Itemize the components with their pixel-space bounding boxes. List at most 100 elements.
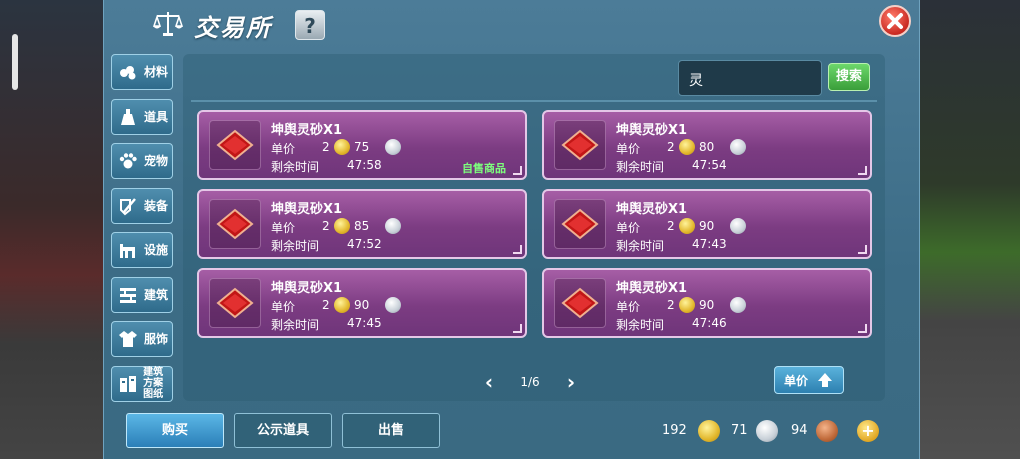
nav-item-clothing[interactable]: 服饰 [111,321,173,357]
remaining-time: 47:54 [692,158,727,172]
sort-price-button[interactable]: 单价 [774,366,844,394]
item-card[interactable]: 坤舆灵砂X1 单价 剩余时间 2 75 47:58 自售商品 [197,110,527,180]
item-card[interactable]: 坤舆灵砂X1 单价 剩余时间 2 90 47:46 [542,268,872,338]
listing-area: 灵 搜索 坤舆灵砂X1 单价 剩余时间 2 75 47:58 自售商品 坤舆灵砂… [183,54,885,401]
time-label: 剩余时间 [271,160,320,174]
nav-item-blueprint[interactable]: 建筑方案图纸 [111,365,173,402]
red-box-icon [561,287,599,319]
gold-coin-icon [679,297,695,313]
search-input[interactable]: 灵 [678,60,822,96]
time-label: 剩余时间 [616,318,665,332]
page-indicator: 1/6 [520,375,540,389]
panel-header: 交易所 ? [104,0,919,48]
side-handle[interactable] [12,34,18,90]
search-button[interactable]: 搜索 [828,63,870,91]
remaining-time: 47:58 [347,158,382,172]
copper-amount: 94 [791,423,808,438]
equipment-icon [120,197,136,215]
nav-label: 建筑方案图纸 [143,367,164,400]
time-label: 剩余时间 [271,239,320,253]
price-label: 单价 [616,142,641,156]
item-thumbnail [554,120,606,170]
nav-label: 建筑 [144,287,169,302]
item-thumbnail [554,199,606,249]
silver-price: 90 [699,298,715,312]
divider [191,100,877,102]
item-thumbnail [209,120,261,170]
gold-price: 2 [667,298,675,312]
buy-button[interactable]: 购买 [126,413,224,448]
item-card[interactable]: 坤舆灵砂X1 单价 剩余时间 2 80 47:54 [542,110,872,180]
nav-item-facility[interactable]: 设施 [111,232,173,268]
nav-item-equipment[interactable]: 装备 [111,187,173,224]
nav-item-building[interactable]: 建筑 [111,276,173,313]
remaining-time: 47:46 [692,316,727,330]
silver-coin-icon [385,218,401,234]
nav-item-pet[interactable]: 宠物 [111,143,173,179]
gold-price: 2 [322,140,330,154]
item-card[interactable]: 坤舆灵砂X1 单价 剩余时间 2 90 47:43 [542,189,872,259]
copper-coin-icon [816,420,838,442]
prev-page-icon[interactable]: ‹ [480,372,498,392]
gold-coin-icon [679,139,695,155]
corner-mark-icon [858,245,867,254]
help-button[interactable]: ? [295,10,325,40]
nav-label: 装备 [144,198,169,213]
time-label: 剩余时间 [616,239,665,253]
item-name: 坤舆灵砂X1 [271,123,343,138]
bottom-bar: 购买 公示道具 出售 192 71 94 + [104,405,919,459]
time-label: 剩余时间 [271,318,320,332]
price-label: 单价 [271,300,296,314]
background-right-scenery [910,0,1020,459]
building-icon [120,287,136,303]
blueprint-icon [119,375,136,392]
gold-price: 2 [322,219,330,233]
gold-price: 2 [667,140,675,154]
red-box-icon [216,208,254,240]
potion-icon [121,108,135,125]
nav-item-material[interactable]: 材料 [111,54,173,90]
nav-item-props[interactable]: 道具 [111,98,173,135]
gold-coin-icon [334,297,350,313]
silver-amount: 71 [731,423,748,438]
sort-label: 单价 [783,373,808,388]
red-box-icon [216,129,254,161]
gold-coin-icon [334,139,350,155]
silver-price: 90 [354,298,370,312]
gold-price: 2 [322,298,330,312]
corner-mark-icon [858,324,867,333]
item-name: 坤舆灵砂X1 [616,202,688,217]
item-name: 坤舆灵砂X1 [616,281,688,296]
silver-price: 75 [354,140,370,154]
gold-coin-icon [334,218,350,234]
gold-coin-icon [679,218,695,234]
close-icon [887,13,903,29]
scales-icon [152,12,184,36]
item-card[interactable]: 坤舆灵砂X1 单价 剩余时间 2 90 47:45 [197,268,527,338]
remaining-time: 47:43 [692,237,727,251]
pagination: ‹ 1/6 › [480,372,580,392]
silver-coin-icon [385,297,401,313]
nav-label: 设施 [144,243,169,257]
remaining-time: 47:45 [347,316,382,330]
add-currency-button[interactable]: + [857,420,879,442]
item-card[interactable]: 坤舆灵砂X1 单价 剩余时间 2 85 47:52 [197,189,527,259]
item-name: 坤舆灵砂X1 [616,123,688,138]
public-items-button[interactable]: 公示道具 [234,413,332,448]
corner-mark-icon [858,166,867,175]
sell-button[interactable]: 出售 [342,413,440,448]
red-box-icon [561,208,599,240]
price-label: 单价 [271,142,296,156]
nav-label: 材料 [144,65,169,79]
gold-coin-icon [698,420,720,442]
paw-icon [119,153,137,169]
item-name: 坤舆灵砂X1 [271,281,343,296]
item-thumbnail [554,278,606,328]
corner-mark-icon [513,324,522,333]
next-page-icon[interactable]: › [562,372,580,392]
close-button[interactable] [879,5,911,37]
silver-coin-icon [730,139,746,155]
item-name: 坤舆灵砂X1 [271,202,343,217]
material-icon [120,66,136,80]
nav-label: 服饰 [144,332,169,346]
